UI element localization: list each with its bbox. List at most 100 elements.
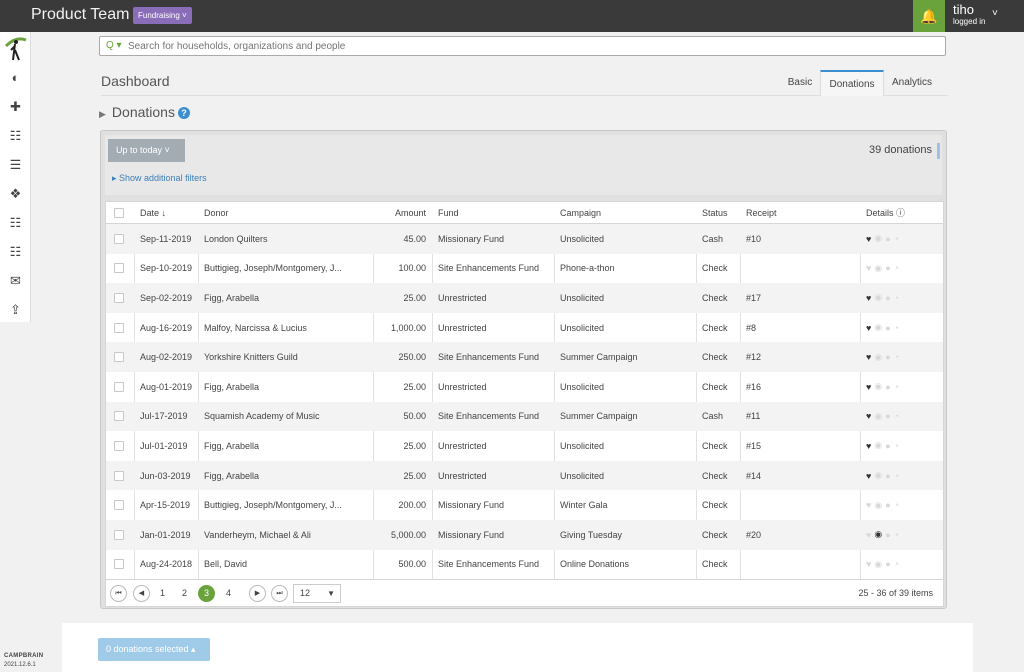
cell-details[interactable]: ♥ ◉ ● ◔	[860, 372, 943, 402]
cell-cb[interactable]	[106, 224, 134, 254]
plus-icon[interactable]: ✚	[0, 93, 31, 121]
cell-details[interactable]: ♥ ◉ ● ◔	[860, 490, 943, 520]
list-icon[interactable]: ☰	[0, 151, 31, 179]
row-checkbox[interactable]	[114, 233, 124, 244]
table-row[interactable]: Aug-02-2019 Yorkshire Knitters Guild 250.0…	[106, 342, 943, 372]
campbrain-logo[interactable]	[4, 36, 28, 62]
column-header-donor[interactable]: Donor	[198, 202, 373, 223]
cell-details[interactable]: ♥ ◉ ● ◔	[860, 313, 943, 343]
tab-basic[interactable]: Basic	[780, 70, 820, 96]
eye-icon[interactable]: ◉	[874, 559, 885, 570]
comment-icon[interactable]: ●	[885, 441, 893, 451]
donations-section-header[interactable]: ▶ Donations?	[99, 104, 190, 120]
clock-icon[interactable]: ◔	[894, 559, 902, 569]
first-page-button[interactable]: ⏮	[110, 585, 127, 602]
upload-icon[interactable]: ⇪	[0, 296, 31, 324]
tab-analytics[interactable]: Analytics	[884, 70, 940, 96]
user-name[interactable]: tiho	[953, 2, 974, 17]
clock-icon[interactable]: ◔	[894, 352, 902, 362]
row-checkbox[interactable]	[114, 500, 124, 511]
table-row[interactable]: Jan-01-2019 Vanderheym, Michael & Ali 5,00…	[106, 520, 943, 550]
comment-icon[interactable]: ●	[885, 382, 893, 392]
row-checkbox[interactable]	[114, 263, 124, 274]
user-menu-chevron-icon[interactable]: ˅	[992, 8, 998, 19]
comment-icon[interactable]: ●	[885, 530, 893, 540]
heart-icon[interactable]: ♥	[866, 382, 874, 392]
cell-details[interactable]: ♥ ◉ ● ◔	[860, 402, 943, 432]
clock-icon[interactable]: ◔	[894, 293, 902, 303]
eye-icon[interactable]: ◉	[874, 381, 885, 392]
table-row[interactable]: Sep-10-2019 Buttigieg, Joseph/Montgomery,…	[106, 254, 943, 284]
row-checkbox[interactable]	[114, 440, 124, 451]
page-size-select[interactable]: 12 ▼	[293, 584, 341, 603]
heart-icon[interactable]: ♥	[866, 293, 874, 303]
heart-icon[interactable]: ♥	[866, 441, 874, 451]
next-page-button[interactable]: ▶	[249, 585, 266, 602]
donations-selected-button[interactable]: 0 donations selected ▴	[98, 638, 210, 661]
last-page-button[interactable]: ⏭	[271, 585, 288, 602]
table-row[interactable]: Jul-01-2019 Figg, Arabella 25.00 Unrestrict…	[106, 431, 943, 461]
table-row[interactable]: Apr-15-2019 Buttigieg, Joseph/Montgomery,…	[106, 490, 943, 520]
row-checkbox[interactable]	[114, 411, 124, 422]
comment-icon[interactable]: ●	[885, 323, 893, 333]
table-row[interactable]: Sep-02-2019 Figg, Arabella 25.00 Unrestrict…	[106, 283, 943, 313]
tab-donations[interactable]: Donations	[820, 70, 884, 96]
tags-icon[interactable]: ❖	[0, 180, 31, 208]
cell-cb[interactable]	[106, 550, 134, 580]
row-checkbox[interactable]	[114, 292, 124, 303]
table-row[interactable]: Aug-16-2019 Malfoy, Narcissa & Lucius 1,00…	[106, 313, 943, 343]
cell-cb[interactable]	[106, 283, 134, 313]
heart-icon[interactable]: ♥	[866, 263, 874, 273]
row-checkbox[interactable]	[114, 381, 124, 392]
table-row[interactable]: Jul-17-2019 Squamish Academy of Music 50.0…	[106, 401, 943, 432]
heart-icon[interactable]: ♥	[866, 352, 874, 362]
cell-details[interactable]: ♥ ◉ ● ◔	[860, 342, 943, 372]
collapse-arrow-icon[interactable]: ▶	[99, 109, 106, 119]
envelope-icon[interactable]: ✉	[0, 267, 31, 295]
notifications-bell-icon[interactable]: 🔔	[913, 0, 945, 32]
app-title[interactable]: Product Team	[31, 6, 129, 24]
eye-icon[interactable]: ◉	[874, 529, 885, 540]
clock-icon[interactable]: ◔	[894, 234, 902, 244]
cell-details[interactable]: ♥ ◉ ● ◔	[860, 550, 943, 580]
column-header-receipt[interactable]: Receipt	[740, 202, 860, 223]
heart-icon[interactable]: ♥	[866, 471, 874, 481]
cell-details[interactable]: ♥ ◉ ● ◔	[860, 283, 943, 313]
row-checkbox[interactable]	[114, 470, 124, 481]
column-header-fund[interactable]: Fund	[432, 202, 554, 223]
sitemap-icon[interactable]: ☷	[0, 122, 31, 150]
cell-details[interactable]: ♥ ◉ ● ◔	[860, 520, 943, 550]
clock-icon[interactable]: ◔	[894, 500, 902, 510]
clock-icon[interactable]: ◔	[894, 530, 902, 540]
heart-icon[interactable]: ♥	[866, 559, 874, 569]
global-search[interactable]: Q ▾	[99, 36, 946, 56]
clock-icon[interactable]: ◔	[894, 382, 902, 392]
show-additional-filters-link[interactable]: ▸ Show additional filters	[112, 173, 207, 184]
table-row[interactable]: Sep-11-2019 London Quilters 45.00 Missionar…	[106, 224, 943, 254]
row-checkbox[interactable]	[114, 559, 124, 570]
cell-cb[interactable]	[106, 402, 134, 432]
comment-icon[interactable]: ●	[885, 234, 893, 244]
cell-details[interactable]: ♥ ◉ ● ◔	[860, 431, 943, 461]
eye-icon[interactable]: ◉	[874, 322, 885, 333]
cell-cb[interactable]	[106, 490, 134, 520]
reports-icon[interactable]: ☷	[0, 209, 31, 237]
cell-cb[interactable]	[106, 520, 134, 550]
eye-icon[interactable]: ◉	[874, 500, 885, 511]
eye-icon[interactable]: ◉	[874, 470, 885, 481]
eye-icon[interactable]: ◉	[874, 411, 885, 422]
eye-icon[interactable]: ◉	[874, 233, 885, 244]
search-input[interactable]	[128, 37, 928, 55]
eye-icon[interactable]: ◉	[874, 352, 885, 363]
cell-details[interactable]: ♥ ◉ ● ◔	[860, 461, 943, 491]
document-icon[interactable]: ☷	[0, 238, 31, 266]
heart-icon[interactable]: ♥	[866, 530, 874, 540]
heart-icon[interactable]: ♥	[866, 234, 874, 244]
cell-cb[interactable]	[106, 431, 134, 461]
column-header-date[interactable]: Date ↓	[134, 202, 198, 223]
comment-icon[interactable]: ●	[885, 352, 893, 362]
heart-icon[interactable]: ♥	[866, 411, 874, 421]
prev-page-button[interactable]: ◀	[133, 585, 150, 602]
page-4-button[interactable]: 4	[220, 585, 237, 602]
row-checkbox[interactable]	[114, 529, 124, 540]
